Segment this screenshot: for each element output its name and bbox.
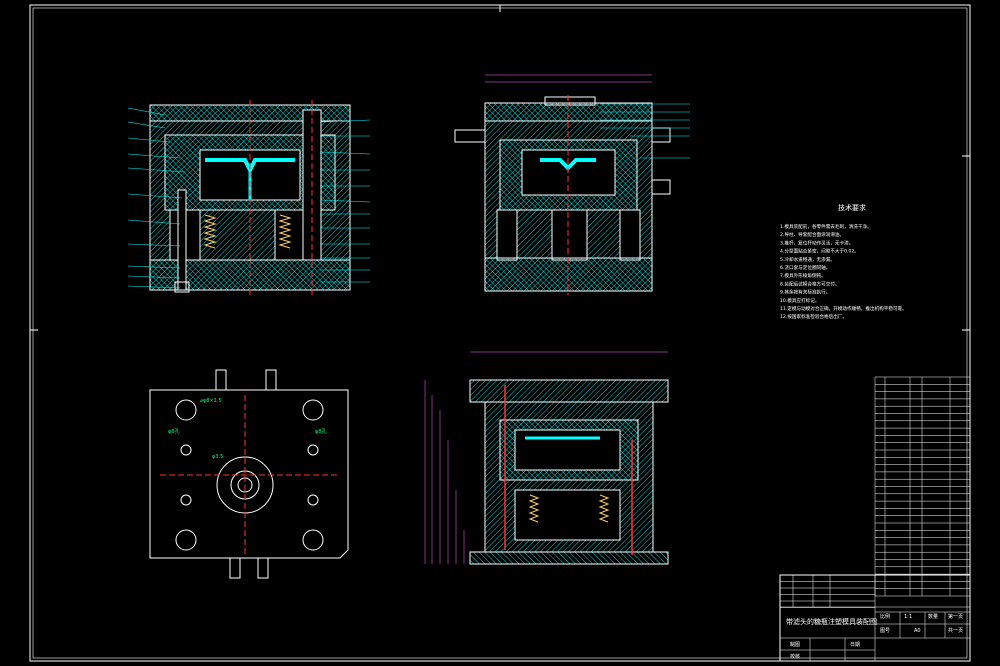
tech-notes-title: 技术要求 (838, 203, 866, 212)
tech-note-line: 3.推杆、复位杆动作灵活，无卡滞。 (780, 239, 853, 246)
tech-note-line: 12.按国家标准检验合格后出厂。 (780, 313, 847, 320)
front-section-view (127, 100, 371, 295)
technical-notes: 技术要求 1.模具装配前，各零件需去毛刺，清洗干净。2.导柱、导套配合面涂润滑油… (780, 203, 907, 320)
drawn-label: 制图 (790, 641, 800, 648)
scale-value: 1:1 (904, 614, 912, 620)
tech-note-line: 4.分型面贴合紧密，间隙不大于0.02。 (780, 248, 859, 255)
svg-text:φ3.5: φ3.5 (212, 454, 223, 460)
tech-note-line: 2.导柱、导套配合面涂润滑油。 (780, 231, 844, 238)
sheet-label: 第一页 (948, 613, 963, 620)
lower-section-view (424, 351, 669, 565)
date-label: 日期 (850, 642, 860, 648)
total-sheets: 共一页 (948, 627, 963, 634)
tech-note-line: 8.装配后试模合格方可交付。 (780, 280, 840, 287)
drawing-title: 带滤头的糖瓶注塑模具装配图 (786, 617, 877, 626)
tech-note-line: 6.浇口套与定位圈同轴。 (780, 264, 830, 271)
svg-text:φ8孔: φ8孔 (315, 428, 326, 435)
parts-list-table (779, 376, 971, 608)
plan-view: ⌀φ8×1.5 φ8孔 φ8孔 φ3.5 (149, 369, 349, 579)
svg-text:⌀φ8×1.5: ⌀φ8×1.5 (200, 398, 222, 404)
format-value: A0 (914, 628, 921, 634)
tech-note-line: 7.模具外形棱角倒钝。 (780, 272, 826, 279)
drawing-no-label: 图号 (880, 628, 890, 634)
qty-label: 数量 (928, 613, 938, 620)
tech-note-line: 11.定模与动模对合正确，开模动作顺畅，推出机构平稳可靠。 (780, 305, 907, 312)
tech-note-line: 9.其余按有关标准执行。 (780, 289, 830, 296)
tech-note-line: 10.模具应打标记。 (780, 297, 819, 304)
tech-note-line: 1.模具装配前，各零件需去毛刺，清洗干净。 (780, 223, 872, 230)
tech-note-line: 5.冷却水道畅通，无渗漏。 (780, 256, 835, 263)
cad-drawing-sheet: ⌀φ8×1.5 φ8孔 φ8孔 φ3.5 技术要求 1.模具装配前，各零件需去毛刺，… (29, 4, 971, 662)
checked-label: 校核 (790, 653, 800, 660)
scale-label: 比例 (880, 613, 890, 620)
svg-text:φ8孔: φ8孔 (168, 428, 179, 435)
side-section-view (454, 74, 690, 295)
